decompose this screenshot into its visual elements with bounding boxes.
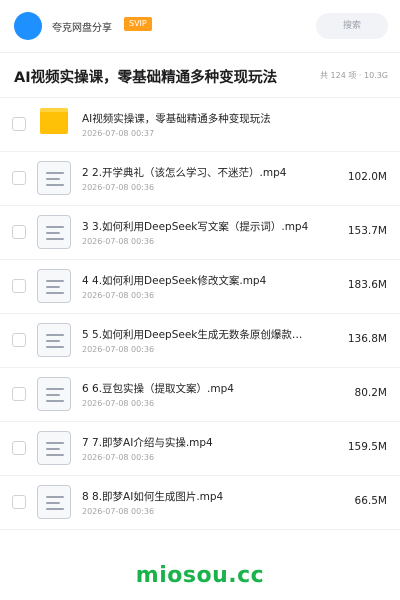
- row-checkbox[interactable]: [12, 333, 26, 347]
- file-size: 153.7M: [347, 225, 387, 237]
- document-icon: [37, 215, 71, 249]
- file-row[interactable]: 6 6.豆包实操（提取文案）.mp4 2026-07-08 00:36 80.2M: [0, 368, 400, 422]
- row-checkbox[interactable]: [12, 441, 26, 455]
- row-checkbox[interactable]: [12, 387, 26, 401]
- document-icon: [37, 269, 71, 303]
- share-name: 夸克网盘分享: [52, 23, 112, 34]
- file-size: 66.5M: [354, 495, 387, 507]
- file-name[interactable]: AI视频实操课，零基础精通多种变现玩法: [82, 111, 312, 126]
- file-row[interactable]: 2 2.开学典礼（该怎么学习、不迷茫）.mp4 2026-07-08 00:36 1…: [0, 152, 400, 206]
- file-size: 102.0M: [347, 171, 387, 183]
- page-title: AI视频实操课，零基础精通多种变现玩法: [14, 70, 278, 86]
- row-checkbox[interactable]: [12, 117, 26, 131]
- file-row[interactable]: 5 5.如何利用DeepSeek生成无数条原创爆款文案.mp4 2026-07-0…: [0, 314, 400, 368]
- document-icon: [37, 485, 71, 519]
- document-icon: [37, 431, 71, 465]
- row-checkbox[interactable]: [12, 225, 26, 239]
- file-date: 2026-07-08 00:36: [82, 507, 155, 516]
- document-icon: [37, 161, 71, 195]
- file-date: 2026-07-08 00:37: [82, 129, 155, 138]
- row-checkbox[interactable]: [12, 171, 26, 185]
- file-row[interactable]: 3 3.如何利用DeepSeek写文案（提示词）.mp4 2026-07-08 0…: [0, 206, 400, 260]
- file-name[interactable]: 8 8.即梦AI如何生成图片.mp4: [82, 489, 312, 504]
- file-row[interactable]: 8 8.即梦AI如何生成图片.mp4 2026-07-08 00:36 66.5M: [0, 476, 400, 530]
- folder-header: AI视频实操课，零基础精通多种变现玩法 共 124 项 · 10.3G: [0, 53, 400, 97]
- file-name[interactable]: 4 4.如何利用DeepSeek修改文案.mp4: [82, 273, 312, 288]
- document-icon: [37, 323, 71, 357]
- file-name[interactable]: 6 6.豆包实操（提取文案）.mp4: [82, 381, 312, 396]
- file-name[interactable]: 2 2.开学典礼（该怎么学习、不迷茫）.mp4: [82, 165, 312, 180]
- avatar[interactable]: [14, 12, 42, 40]
- folder-icon: [40, 108, 68, 134]
- watermark: miosou.cc: [135, 563, 265, 588]
- file-date: 2026-07-08 00:36: [82, 399, 155, 408]
- file-date: 2026-07-08 00:36: [82, 345, 155, 354]
- file-date: 2026-07-08 00:36: [82, 291, 155, 300]
- file-date: 2026-07-08 00:36: [82, 183, 155, 192]
- file-row[interactable]: 4 4.如何利用DeepSeek修改文案.mp4 2026-07-08 00:36…: [0, 260, 400, 314]
- file-size: 80.2M: [354, 387, 387, 399]
- header: 夸克网盘分享 SVIP 搜索: [0, 0, 400, 52]
- folder-meta: 共 124 项 · 10.3G: [320, 71, 388, 80]
- file-size: 159.5M: [347, 441, 387, 453]
- file-name[interactable]: 7 7.即梦AI介绍与实操.mp4: [82, 435, 312, 450]
- file-row[interactable]: AI视频实操课，零基础精通多种变现玩法 2026-07-08 00:37: [0, 98, 400, 152]
- document-icon: [37, 377, 71, 411]
- row-checkbox[interactable]: [12, 279, 26, 293]
- file-row[interactable]: 7 7.即梦AI介绍与实操.mp4 2026-07-08 00:36 159.5M: [0, 422, 400, 476]
- file-date: 2026-07-08 00:36: [82, 453, 155, 462]
- row-checkbox[interactable]: [12, 495, 26, 509]
- file-size: 183.6M: [347, 279, 387, 291]
- file-name[interactable]: 3 3.如何利用DeepSeek写文案（提示词）.mp4: [82, 219, 312, 234]
- svip-badge: SVIP: [124, 17, 152, 31]
- file-list: AI视频实操课，零基础精通多种变现玩法 2026-07-08 00:37 2 2.开…: [0, 98, 400, 530]
- file-size: 136.8M: [347, 333, 387, 345]
- file-name[interactable]: 5 5.如何利用DeepSeek生成无数条原创爆款文案.mp4: [82, 327, 312, 342]
- search-button[interactable]: 搜索: [316, 13, 388, 39]
- file-date: 2026-07-08 00:36: [82, 237, 155, 246]
